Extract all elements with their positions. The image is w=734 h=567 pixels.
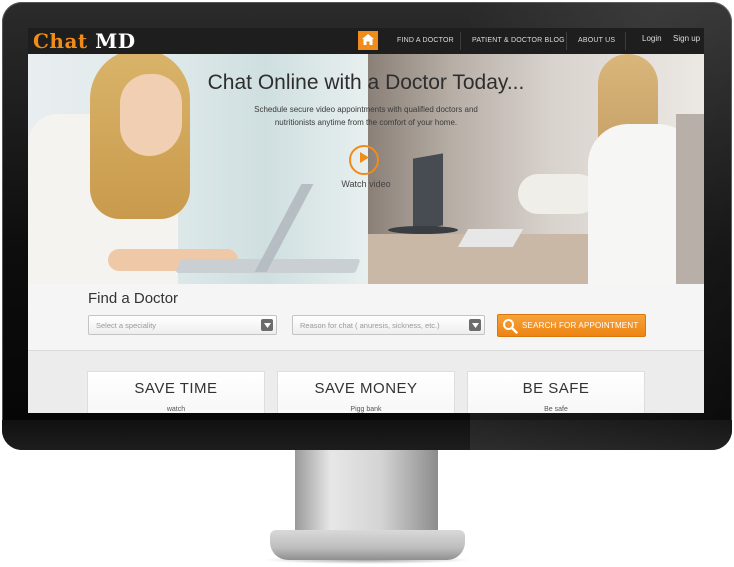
nav-divider xyxy=(566,32,567,50)
feature-subtitle: watch xyxy=(166,406,186,413)
signup-link[interactable]: Sign up xyxy=(673,28,700,50)
watch-video-button[interactable] xyxy=(349,145,379,175)
feature-card-save-money: SAVE MONEY Pigg bank xyxy=(277,371,455,413)
chevron-down-icon xyxy=(261,319,273,331)
reason-select[interactable]: Reason for chat ( anuresis, sickness, et… xyxy=(292,315,485,335)
screen: Chat MD FIND A DOCTOR PATIENT & DOCTOR B… xyxy=(28,28,704,413)
reason-placeholder: Reason for chat ( anuresis, sickness, et… xyxy=(300,321,440,330)
monitor-stand-neck xyxy=(295,450,438,540)
nav-divider xyxy=(625,32,626,50)
nav-divider xyxy=(460,32,461,50)
feature-card-save-time: SAVE TIME watch xyxy=(87,371,265,413)
login-link[interactable]: Login xyxy=(642,28,662,50)
logo-chat: Chat xyxy=(33,29,88,53)
play-icon xyxy=(358,151,370,169)
hero-banner: Chat Online with a Doctor Today... Sched… xyxy=(28,54,704,284)
home-button[interactable] xyxy=(358,31,378,50)
monitor-stand-base xyxy=(270,530,465,560)
nav-about-us[interactable]: ABOUT US xyxy=(578,28,615,54)
feature-subtitle: Pigg bank xyxy=(350,406,382,413)
search-appointment-button[interactable]: SEARCH FOR APPOINTMENT xyxy=(497,314,646,337)
search-icon xyxy=(502,318,518,339)
top-navbar: Chat MD FIND A DOCTOR PATIENT & DOCTOR B… xyxy=(28,28,704,54)
logo-md: MD xyxy=(95,29,136,53)
hero-title: Chat Online with a Doctor Today... xyxy=(207,71,525,94)
nav-patient-doctor-blog[interactable]: PATIENT & DOCTOR BLOG xyxy=(472,28,565,54)
feature-subtitle: Be safe xyxy=(544,406,568,413)
site-logo[interactable]: Chat MD xyxy=(33,29,136,53)
find-doctor-section: Find a Doctor Select a speciality Reason… xyxy=(28,284,704,351)
speciality-select[interactable]: Select a speciality xyxy=(88,315,277,335)
chevron-down-icon xyxy=(469,319,481,331)
feature-card-be-safe: BE SAFE Be safe xyxy=(467,371,645,413)
speciality-placeholder: Select a speciality xyxy=(96,321,157,330)
nav-find-a-doctor[interactable]: FIND A DOCTOR xyxy=(397,28,454,54)
feature-title: BE SAFE xyxy=(522,380,590,397)
hero-subtitle-line: Schedule secure video appointments with … xyxy=(254,105,478,114)
feature-title: SAVE TIME xyxy=(134,380,218,397)
search-appointment-label: SEARCH FOR APPOINTMENT xyxy=(522,321,639,330)
home-icon xyxy=(362,32,374,50)
features-section: SAVE TIME watch SAVE MONEY Pigg bank BE … xyxy=(28,351,704,413)
hero-subtitle: Schedule secure video appointments with … xyxy=(236,103,496,129)
hero-subtitle-line: nutritionists anytime from the comfort o… xyxy=(274,118,458,127)
find-doctor-title: Find a Doctor xyxy=(88,290,179,307)
watch-video-label[interactable]: Watch video xyxy=(328,179,404,189)
feature-title: SAVE MONEY xyxy=(314,380,418,397)
